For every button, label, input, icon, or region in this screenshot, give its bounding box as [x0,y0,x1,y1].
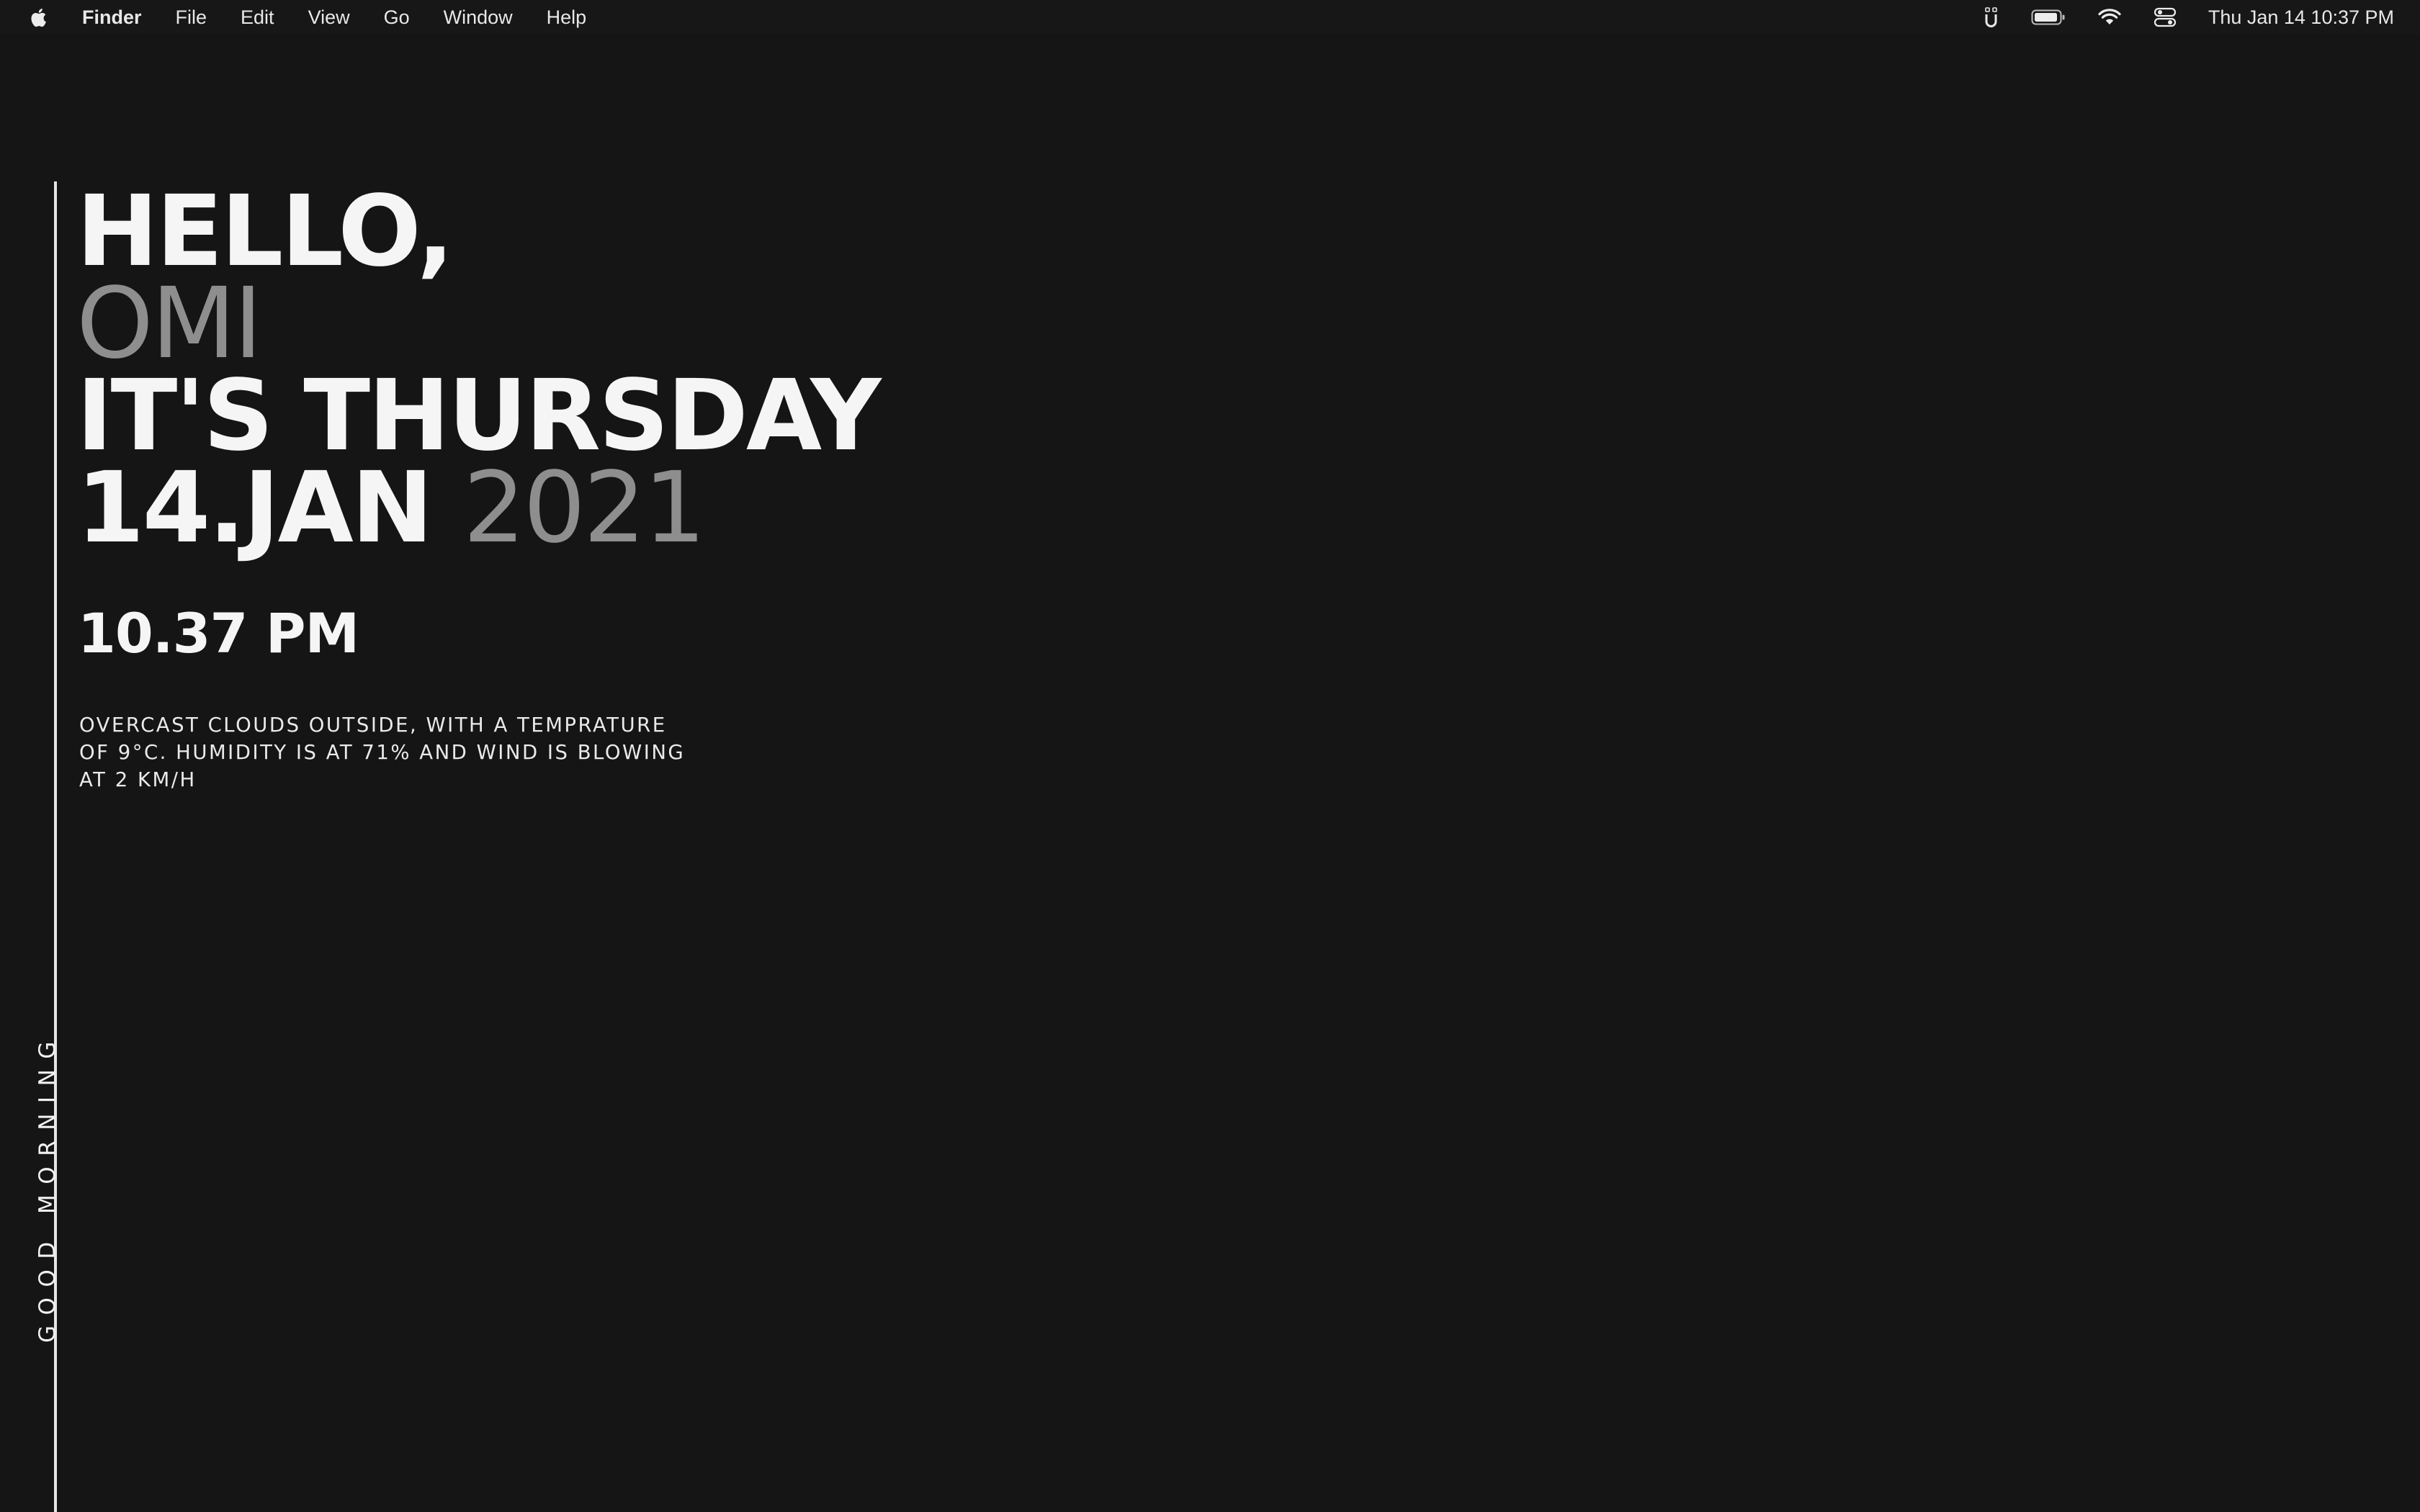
menu-bar-left: Finder File Edit View Go Window Help [27,0,620,35]
wifi-icon[interactable] [2097,0,2122,35]
ubersicht-icon[interactable] [1984,0,1999,35]
menu-finder[interactable]: Finder [82,0,142,35]
menu-go[interactable]: Go [384,0,410,35]
menu-help[interactable]: Help [547,0,587,35]
battery-icon[interactable] [2031,0,2066,35]
greeting-hello: HELLO, [76,175,454,289]
day-of-week: IT'S THURSDAY [76,359,882,473]
date-year: 2021 [462,451,706,565]
menu-bar-clock[interactable]: Thu Jan 14 10:37 PM [2208,0,2394,35]
current-date: 14.JAN 2021 [76,459,706,557]
menu-edit[interactable]: Edit [241,0,274,35]
current-time: 10.37 PM [78,601,359,665]
menu-bar-right: Thu Jan 14 10:37 PM [1984,0,2394,35]
menu-window[interactable]: Window [444,0,513,35]
control-center-icon[interactable] [2154,0,2177,35]
menu-file[interactable]: File [176,0,207,35]
menu-bar: Finder File Edit View Go Window Help Thu… [0,0,2420,35]
weather-description: OVERCAST CLOUDS OUTSIDE, WITH A TEMPRATU… [79,714,686,791]
apple-menu-icon[interactable] [27,0,52,35]
vertical-greeting: GOOD MORNING [35,1031,60,1343]
menu-view[interactable]: View [308,0,350,35]
date-day-month: 14.JAN [76,451,434,565]
user-name: OMI [76,267,262,381]
